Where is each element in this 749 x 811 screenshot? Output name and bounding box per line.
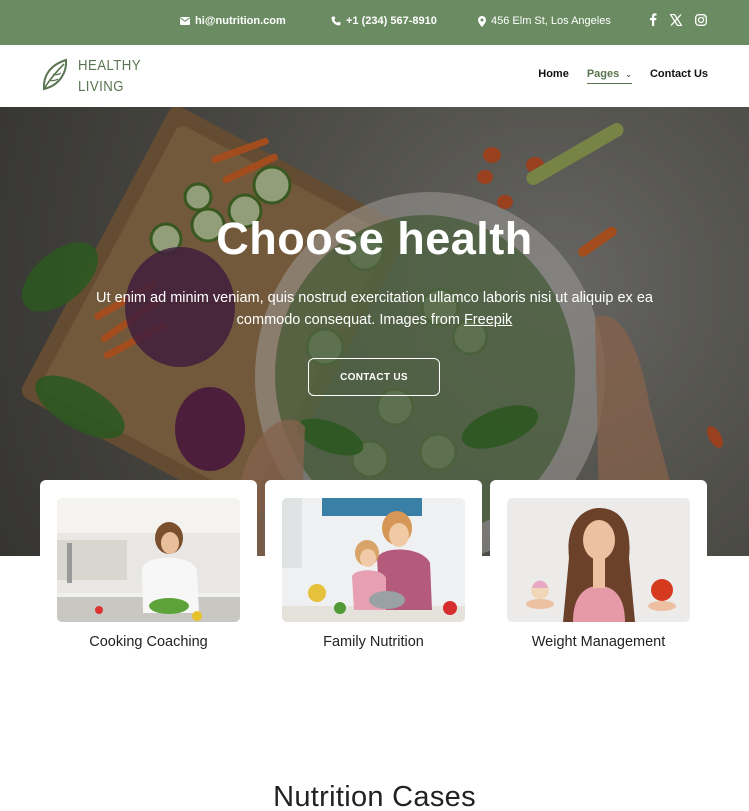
facebook-icon[interactable]: [649, 13, 657, 26]
logo-line-1: HEALTHY: [78, 57, 141, 74]
email-text: hi@nutrition.com: [195, 15, 286, 27]
instagram-icon[interactable]: [695, 13, 707, 26]
hero-description: Ut enim ad minim veniam, quis nostrud ex…: [95, 287, 654, 331]
card-label: Cooking Coaching: [89, 634, 208, 650]
logo[interactable]: HEALTHY LIVING: [40, 55, 150, 97]
site-header: HEALTHY LIVING Home Pages ⌄ Contact Us: [0, 45, 749, 107]
service-card-weight[interactable]: Weight Management: [490, 480, 707, 660]
nav-contact[interactable]: Contact Us: [650, 68, 708, 84]
service-card-cooking[interactable]: Cooking Coaching: [40, 480, 257, 660]
weight-management-image: [507, 498, 690, 622]
nav-pages[interactable]: Pages ⌄: [586, 68, 632, 84]
social-links: [649, 13, 707, 26]
service-card-family[interactable]: Family Nutrition: [265, 480, 482, 660]
freepik-link[interactable]: Freepik: [464, 312, 512, 328]
phone-icon: [331, 16, 341, 26]
logo-line-2: LIVING: [78, 78, 124, 95]
section-title: Nutrition Cases: [273, 781, 476, 811]
map-pin-icon: [478, 15, 486, 27]
address-text: 456 Elm St, Los Angeles: [491, 15, 611, 27]
leaf-icon: [40, 56, 74, 97]
nav-home[interactable]: Home: [538, 68, 569, 84]
contact-email[interactable]: hi@nutrition.com: [180, 15, 286, 27]
phone-text: +1 (234) 567-8910: [346, 15, 437, 27]
envelope-icon: [180, 17, 190, 25]
cooking-coaching-image: [57, 498, 240, 622]
x-icon[interactable]: [670, 13, 682, 26]
card-label: Weight Management: [531, 634, 666, 650]
card-label: Family Nutrition: [323, 634, 424, 650]
contact-address: 456 Elm St, Los Angeles: [478, 15, 611, 27]
family-nutrition-image: [282, 498, 465, 622]
contact-phone[interactable]: +1 (234) 567-8910: [331, 15, 437, 27]
contact-us-button[interactable]: CONTACT US: [308, 358, 440, 396]
hero-description-text: Ut enim ad minim veniam, quis nostrud ex…: [96, 290, 653, 328]
top-bar: hi@nutrition.com +1 (234) 567-8910 456 E…: [0, 0, 749, 45]
hero-title: Choose health: [216, 213, 533, 264]
nav-pages-label: Pages: [586, 68, 620, 80]
chevron-down-icon: ⌄: [625, 69, 632, 79]
logo-text: HEALTHY LIVING: [78, 55, 141, 97]
main-nav: Home Pages ⌄ Contact Us: [538, 68, 708, 84]
